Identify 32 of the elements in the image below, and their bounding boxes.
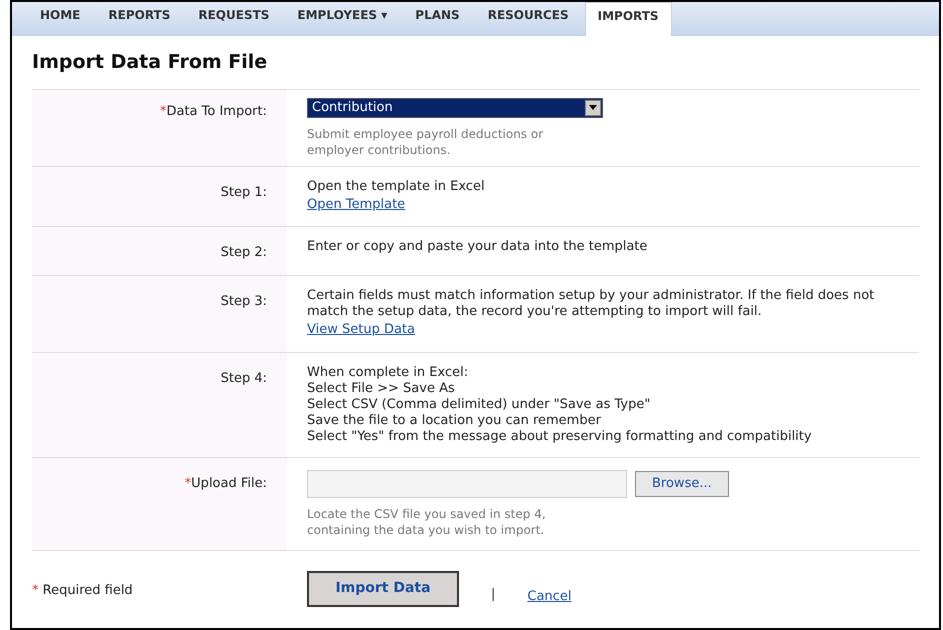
nav-tab[interactable]: PLANS	[403, 2, 472, 36]
link[interactable]: Open Template	[307, 196, 406, 212]
step-text: Select CSV (Comma delimited) under "Save as Type"	[307, 396, 652, 412]
cancel-link[interactable]: Cancel	[527, 586, 572, 606]
step-text: Save the file to a location you can remember	[307, 412, 602, 428]
import-data-button[interactable]: Import Data	[307, 570, 459, 606]
data-type-dropdown[interactable]: Contribution	[307, 98, 603, 118]
nav-tab[interactable]: REPORTS	[96, 2, 182, 36]
file-path-field[interactable]	[307, 470, 627, 498]
step-text: Open the template in Excel	[307, 178, 486, 194]
step-text: When complete in Excel:	[307, 364, 470, 380]
help-text: Locate the CSV file you saved in step 4, containing the data you wish to import.	[307, 506, 547, 538]
nav-tab[interactable]: HOME	[28, 2, 92, 36]
field-label: *Data To Import:	[160, 104, 267, 118]
help-text: Submit employee payroll deductions or employer contributions.	[307, 126, 544, 158]
field-label: *Upload File:	[184, 476, 267, 490]
field-label: Step 4:	[220, 370, 267, 386]
nav-tab[interactable]: IMPORTS	[584, 2, 672, 36]
nav-tab[interactable]: EMPLOYEES ▾	[285, 2, 400, 36]
field-label: Step 1:	[220, 184, 267, 200]
separator: |	[491, 586, 496, 604]
step-text: Certain fields must match information setup by your administrator. If the field does not match the setup data, the record you're attempting to import will fail.	[307, 288, 876, 320]
browse-button[interactable]: Browse...	[635, 470, 729, 496]
link[interactable]: View Setup Data	[307, 322, 415, 337]
step-text: Select "Yes" from the message about preserving formatting and compatibility	[307, 428, 813, 444]
step-text: Select File >> Save As	[307, 380, 456, 396]
nav-tab[interactable]: RESOURCES	[476, 2, 581, 36]
required-note: * Required field	[32, 582, 133, 598]
step-text: Enter or copy and paste your data into the template	[307, 239, 648, 255]
nav-tab[interactable]: REQUESTS	[186, 2, 282, 36]
field-label: Step 3:	[220, 294, 267, 309]
field-label: Step 2:	[220, 245, 267, 260]
